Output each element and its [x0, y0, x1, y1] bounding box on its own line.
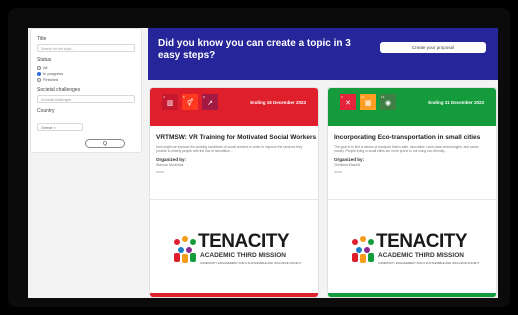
- sdg-tile: 11 ▦: [360, 94, 376, 110]
- create-topic-banner: Did you know you can create a topic in 3…: [148, 28, 498, 80]
- topic-card[interactable]: 4 ▥ 5 ⚥ 8 ↗ Ending 16 December 2023 VRTMSW:…: [149, 87, 319, 298]
- sdg-tile: 8 ↗: [202, 94, 218, 110]
- tenacity-logo: TENACITY ACADEMIC THIRD MISSION COMMUNIT…: [328, 200, 496, 297]
- organized-by-label: Organized by:: [156, 157, 187, 162]
- title-filter-label: Title: [37, 36, 47, 42]
- logo-tagline: COMMUNITY ENGAGEMENT FOR A SUSTAINABLE A…: [200, 261, 302, 265]
- logo-wordmark: TENACITY: [198, 231, 290, 252]
- people-icon: [352, 236, 374, 263]
- browser-viewport: Title Search for the topic... Status All…: [28, 28, 498, 298]
- country-value: Greece: [41, 126, 53, 130]
- heart-icon: ✕: [345, 100, 351, 107]
- tenacity-logo: TENACITY ACADEMIC THIRD MISSION COMMUNIT…: [150, 200, 318, 297]
- logo-subtitle: ACADEMIC THIRD MISSION: [378, 252, 464, 259]
- card-footer-bar: [328, 293, 496, 297]
- sdg-number: 13: [381, 95, 385, 99]
- radio-selected-icon: [37, 71, 41, 76]
- sdg-number: 4: [163, 95, 165, 99]
- card-header: 3 ✕ 11 ▦ 13 ◉ Ending 31 December 2023: [328, 88, 496, 126]
- equality-icon: ⚥: [186, 100, 194, 107]
- status-option-label: In progress: [43, 71, 64, 76]
- eye-icon: ◉: [384, 100, 392, 107]
- card-footer-bar: [150, 293, 318, 297]
- title-search-input[interactable]: Search for the topic...: [37, 44, 135, 52]
- card-description: How might we improve the working conditi…: [156, 145, 303, 153]
- status-option-all[interactable]: All: [37, 65, 135, 70]
- status-option-label: All: [43, 65, 48, 70]
- more-link[interactable]: more: [328, 167, 496, 177]
- status-option-in-progress[interactable]: In progress: [37, 71, 135, 76]
- card-header: 4 ▥ 5 ⚥ 8 ↗ Ending 16 December 2023: [150, 88, 318, 126]
- sdg-number: 3: [341, 95, 343, 99]
- logo-tagline: COMMUNITY ENGAGEMENT FOR A SUSTAINABLE A…: [378, 261, 480, 265]
- search-button[interactable]: Q: [85, 139, 125, 148]
- sdg-tile: 5 ⚥: [182, 94, 198, 110]
- organized-by-label: Organized by:: [334, 157, 365, 162]
- radio-icon: [37, 65, 41, 70]
- card-title[interactable]: VRTMSW: VR Training for Motivated Social…: [150, 126, 318, 144]
- status-option-label: Finished: [43, 77, 59, 82]
- banner-heading: Did you know you can create a topic in 3…: [158, 38, 351, 61]
- sdg-number: 5: [183, 95, 185, 99]
- challenges-select[interactable]: Societal challenges: [37, 95, 135, 103]
- status-filter-label: Status: [37, 57, 52, 63]
- search-icon: Q: [103, 140, 107, 147]
- topic-card[interactable]: 3 ✕ 11 ▦ 13 ◉ Ending 31 December 2023 Incor…: [327, 87, 497, 298]
- book-icon: ▥: [166, 100, 174, 107]
- logo-subtitle: ACADEMIC THIRD MISSION: [200, 252, 286, 259]
- card-end-date: Ending 31 December 2023: [428, 100, 484, 105]
- growth-icon: ↗: [207, 100, 213, 107]
- close-icon[interactable]: ×: [53, 126, 55, 130]
- logo-wordmark: TENACITY: [376, 231, 468, 252]
- card-description: The goal is to find a means of transport…: [334, 145, 479, 153]
- sdg-tile: 13 ◉: [380, 94, 396, 110]
- country-select[interactable]: Greece ×: [37, 123, 83, 131]
- filter-panel: Title Search for the topic... Status All…: [30, 28, 142, 153]
- card-title[interactable]: Incorporating Eco-transportation in smal…: [328, 126, 496, 144]
- city-icon: ▦: [364, 100, 372, 107]
- radio-icon: [37, 77, 41, 82]
- status-option-finished[interactable]: Finished: [37, 77, 135, 82]
- create-proposal-button[interactable]: Create your proposal: [380, 42, 486, 53]
- sdg-number: 11: [361, 95, 365, 99]
- country-filter-label: Country: [37, 108, 55, 114]
- more-link[interactable]: more: [150, 167, 318, 177]
- people-icon: [174, 236, 196, 263]
- sdg-tile: 3 ✕: [340, 94, 356, 110]
- sdg-number: 8: [203, 95, 205, 99]
- card-end-date: Ending 16 December 2023: [250, 100, 306, 105]
- sdg-tile: 4 ▥: [162, 94, 178, 110]
- challenges-filter-label: Societal challenges: [37, 87, 81, 93]
